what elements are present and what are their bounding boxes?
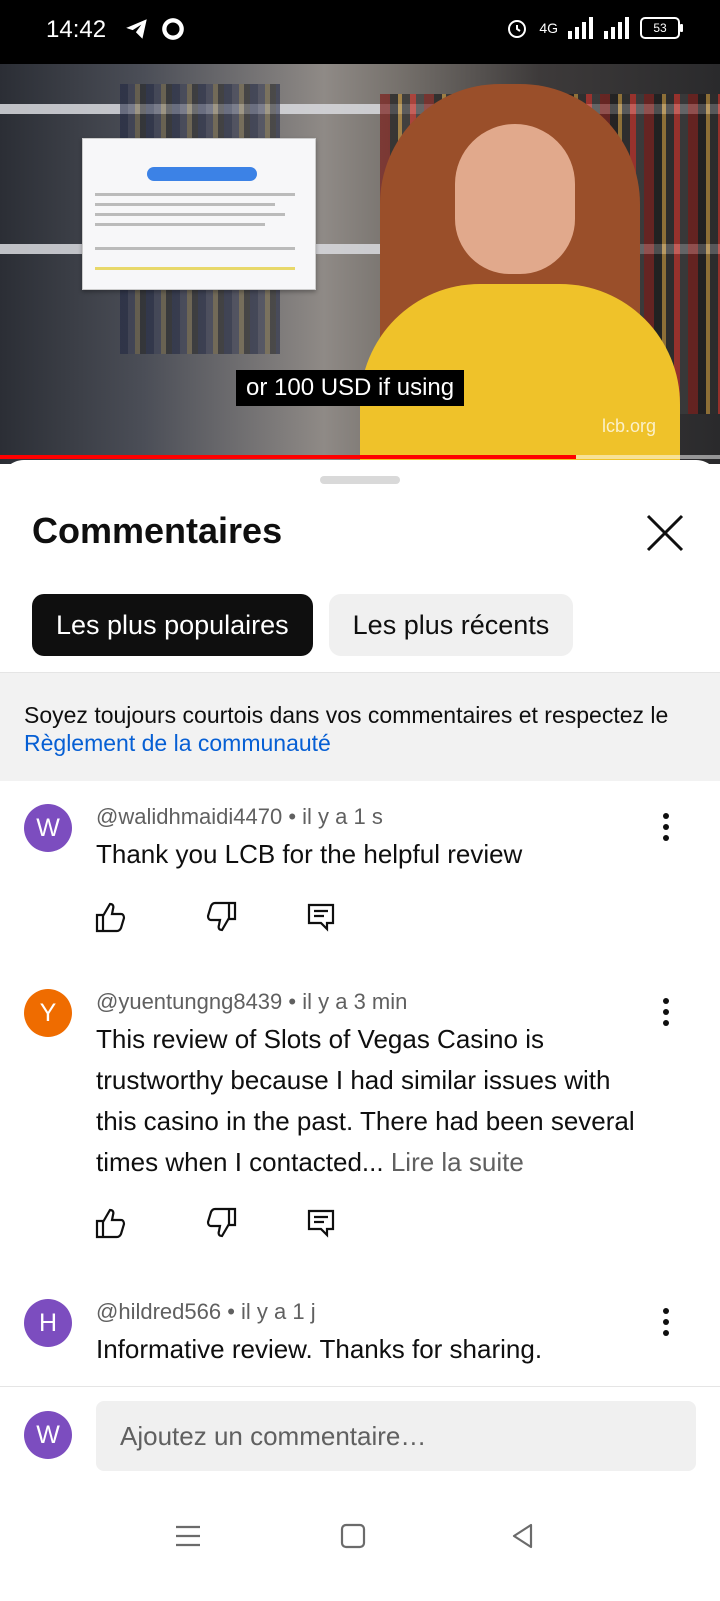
alarm-icon	[508, 20, 527, 38]
comment-text: Thank you LCB for the helpful review	[96, 834, 656, 875]
comment-item: W @walidhmaidi4470 • il y a 1 s Thank yo…	[0, 800, 720, 960]
menu-icon[interactable]	[168, 1516, 208, 1556]
more-vert-icon[interactable]	[656, 1307, 676, 1337]
comment-text: This review of Slots of Vegas Casino is …	[96, 1019, 656, 1183]
home-icon[interactable]	[333, 1516, 373, 1556]
telegram-icon	[126, 19, 147, 39]
network-type: 4G	[539, 20, 558, 36]
signal-icon-2	[604, 17, 629, 39]
comment-meta: @hildred566 • il y a 1 j	[96, 1299, 316, 1324]
status-left-icons	[124, 16, 186, 42]
battery-level: 53	[653, 21, 667, 35]
comment-author[interactable]: @walidhmaidi4470	[96, 804, 282, 829]
video-inset-screenshot	[82, 138, 316, 290]
comment-text: Informative review. Thanks for sharing.	[96, 1329, 656, 1370]
community-notice: Soyez toujours courtois dans vos comment…	[0, 673, 720, 781]
add-comment-input[interactable]	[96, 1401, 696, 1471]
notice-text: Soyez toujours courtois dans vos comment…	[24, 701, 696, 757]
avatar[interactable]: H	[24, 1299, 72, 1347]
comment-meta: @yuentungng8439 • il y a 3 min	[96, 989, 408, 1014]
video-watermark: lcb.org	[601, 416, 656, 436]
sheet-title: Commentaires	[32, 510, 283, 551]
more-vert-icon[interactable]	[656, 997, 676, 1027]
comment-time: il y a 1 j	[241, 1299, 316, 1324]
avatar[interactable]: Y	[24, 989, 72, 1037]
system-nav-bar	[0, 1490, 720, 1600]
thumb-up-icon[interactable]	[94, 900, 128, 934]
comment-time: il y a 1 s	[302, 804, 383, 829]
presenter	[360, 84, 690, 464]
app-notification-icon	[162, 18, 184, 40]
thumb-down-icon[interactable]	[204, 900, 238, 934]
comment-meta: @walidhmaidi4470 • il y a 1 s	[96, 804, 383, 829]
comment-time: il y a 3 min	[302, 989, 408, 1014]
chip-most-popular[interactable]: Les plus populaires	[32, 594, 313, 656]
comment-item: Y @yuentungng8439 • il y a 3 min This re…	[0, 985, 720, 1265]
comment-body: Thank you LCB for the helpful review	[96, 839, 523, 869]
video-caption: or 100 USD if using	[236, 370, 465, 406]
more-vert-icon[interactable]	[656, 812, 676, 842]
notice-body: Soyez toujours courtois dans vos comment…	[24, 702, 669, 728]
comment-author[interactable]: @hildred566	[96, 1299, 221, 1324]
comment-body: This review of Slots of Vegas Casino is …	[96, 1024, 635, 1177]
status-time: 14:42	[46, 16, 107, 43]
back-icon[interactable]	[503, 1516, 543, 1556]
read-more-link[interactable]: Lire la suite	[391, 1147, 524, 1177]
video-player[interactable]: or 100 USD if using lcb.org	[0, 64, 720, 464]
close-icon	[646, 514, 684, 552]
thumb-up-icon[interactable]	[94, 1206, 128, 1240]
signal-icon	[568, 17, 593, 39]
reply-icon[interactable]	[304, 900, 338, 934]
drag-handle[interactable]	[320, 476, 400, 484]
video-progress-bar[interactable]	[0, 455, 720, 459]
community-guidelines-link[interactable]: Règlement de la communauté	[24, 730, 331, 756]
close-button[interactable]	[640, 508, 690, 558]
comment-body: Informative review. Thanks for sharing.	[96, 1334, 543, 1364]
avatar[interactable]: W	[24, 804, 72, 852]
chip-most-recent[interactable]: Les plus récents	[328, 594, 574, 656]
battery-icon: 53	[640, 17, 683, 39]
video-progress-fill	[0, 455, 576, 459]
comment-author[interactable]: @yuentungng8439	[96, 989, 282, 1014]
status-right-icons: 4G 53	[505, 16, 683, 40]
status-bar: 14:42 4G 53	[0, 0, 720, 64]
composer-avatar: W	[24, 1411, 72, 1459]
comment-item: H @hildred566 • il y a 1 j Informative r…	[0, 1295, 720, 1385]
reply-icon[interactable]	[304, 1206, 338, 1240]
thumb-down-icon[interactable]	[204, 1206, 238, 1240]
sort-chips: Les plus populaires Les plus récents	[32, 594, 574, 656]
